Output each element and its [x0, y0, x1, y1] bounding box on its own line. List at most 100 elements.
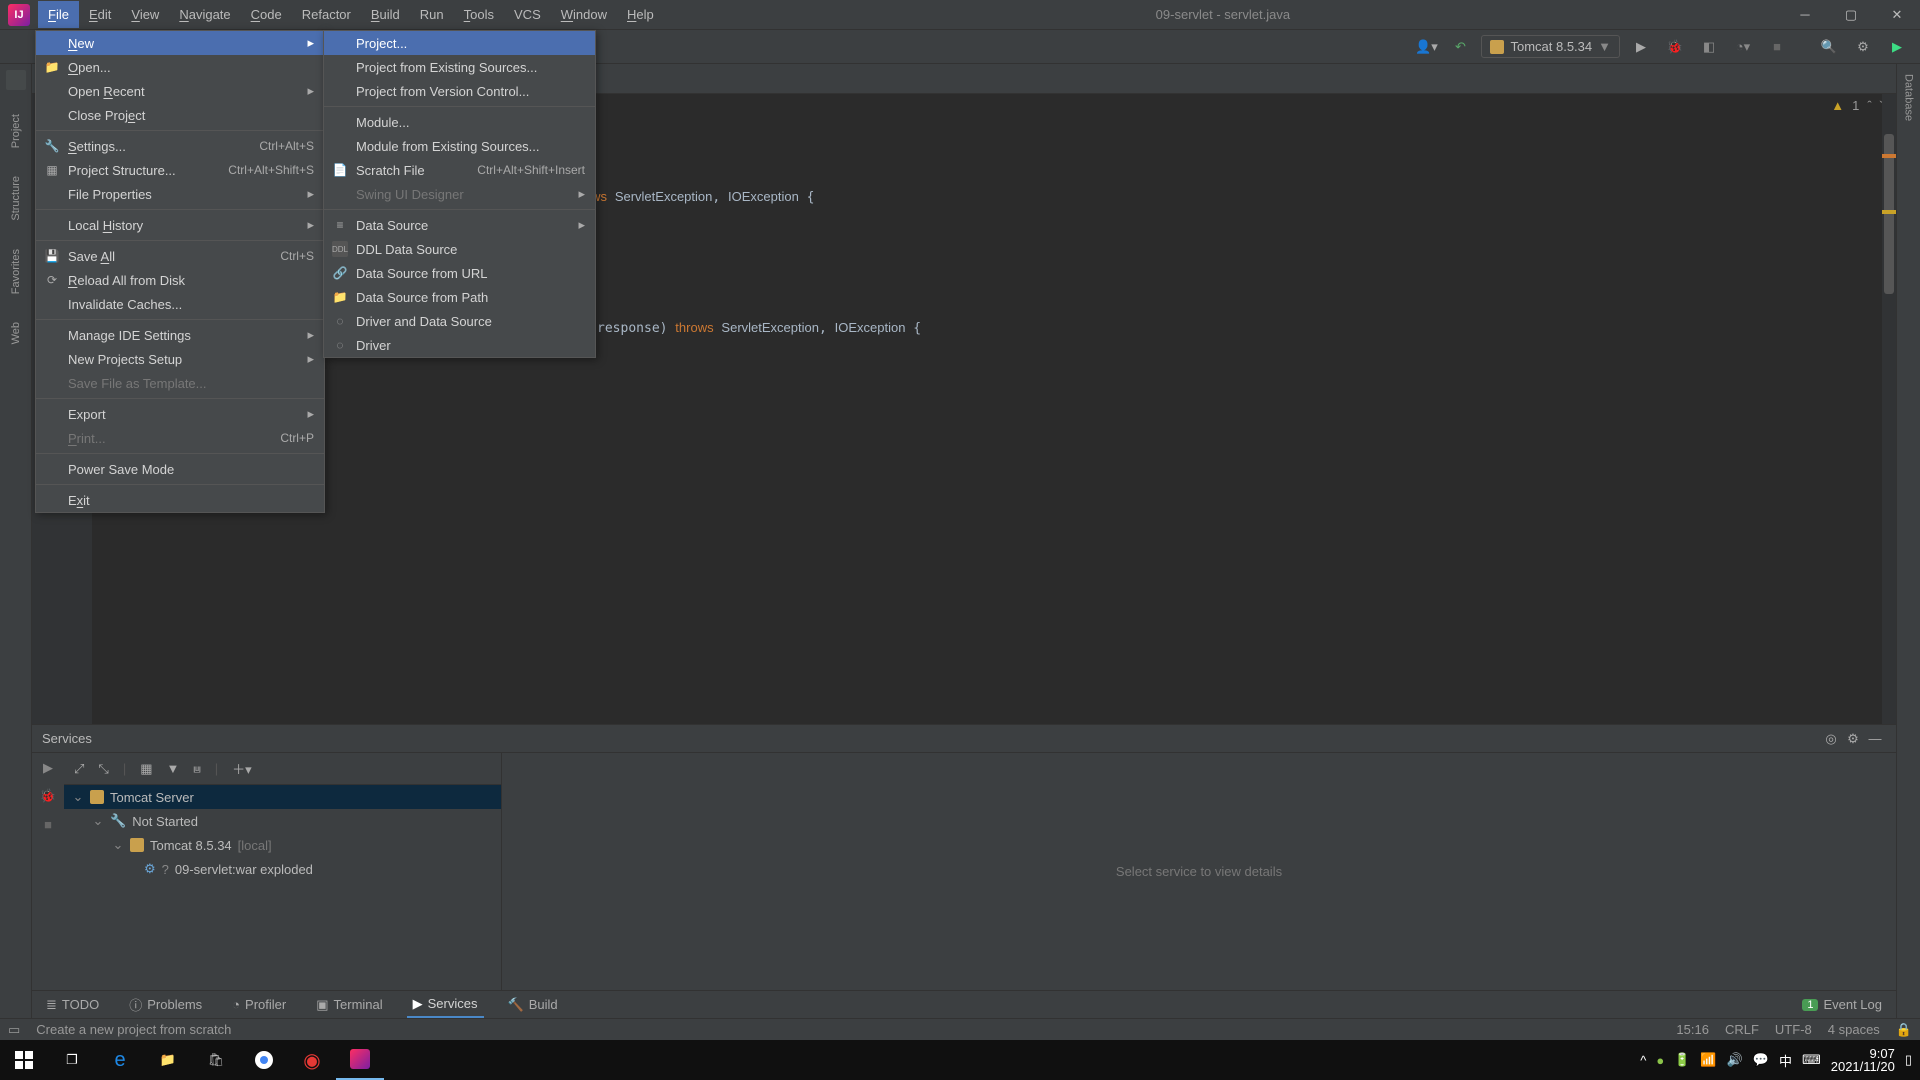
ime-icon[interactable]: 中	[1779, 1051, 1792, 1070]
menu-item-project-structure[interactable]: ▦Project Structure...Ctrl+Alt+Shift+S	[36, 158, 324, 182]
menu-build[interactable]: Build	[361, 1, 410, 28]
tree-row-status[interactable]: ⌄ 🔧 Not Started	[64, 809, 501, 833]
clock[interactable]: 9:07 2021/11/20	[1831, 1047, 1895, 1073]
menu-item-module[interactable]: Module...	[324, 110, 595, 134]
menu-item-ddl-data-source[interactable]: DDLDDL Data Source	[324, 237, 595, 261]
menu-item-open-recent[interactable]: Open Recent▸	[36, 79, 324, 103]
tool-database[interactable]: Database	[1903, 70, 1915, 125]
menu-view[interactable]: View	[121, 1, 169, 28]
status-indent[interactable]: 4 spaces	[1828, 1022, 1880, 1037]
status-lineending[interactable]: CRLF	[1725, 1022, 1759, 1037]
menu-item-data-source[interactable]: ≡Data Source▸	[324, 213, 595, 237]
menu-item-project[interactable]: Project...	[324, 31, 595, 55]
notification-icon[interactable]: 💬	[1753, 1052, 1769, 1068]
status-caret[interactable]: 15:16	[1676, 1022, 1709, 1037]
menu-item-scratch-file[interactable]: 📄Scratch FileCtrl+Alt+Shift+Insert	[324, 158, 595, 182]
bottom-tab-profiler[interactable]: ◔Profiler	[226, 993, 292, 1016]
menu-vcs[interactable]: VCS	[504, 1, 551, 28]
gear-icon[interactable]: ⚙	[1850, 34, 1876, 60]
grid-icon[interactable]: ▦	[140, 761, 152, 777]
editor-scrollbar[interactable]	[1882, 94, 1896, 724]
expand-icon[interactable]: ⤢	[74, 761, 84, 777]
twisty-icon[interactable]: ⌄	[92, 813, 104, 829]
menu-item-module-from-existing-sources[interactable]: Module from Existing Sources...	[324, 134, 595, 158]
bottom-tab-terminal[interactable]: ▣Terminal	[310, 993, 388, 1017]
event-log-button[interactable]: 1Event Log	[1796, 993, 1888, 1016]
menu-item-project-from-version-control[interactable]: Project from Version Control...	[324, 79, 595, 103]
store-icon[interactable]: 🛍	[192, 1040, 240, 1080]
menu-item-file-properties[interactable]: File Properties▸	[36, 182, 324, 206]
chrome-icon[interactable]	[240, 1040, 288, 1080]
menu-item-exit[interactable]: Exit	[36, 488, 324, 512]
menu-item-save-all[interactable]: 💾Save AllCtrl+S	[36, 244, 324, 268]
close-button[interactable]: ✕	[1874, 0, 1920, 30]
intellij-icon[interactable]	[336, 1040, 384, 1080]
collapse-icon[interactable]: ⤡	[98, 761, 108, 777]
battery-icon[interactable]: 🔋	[1674, 1052, 1690, 1068]
menu-item-driver[interactable]: ◌Driver	[324, 333, 595, 357]
statusbar-icon[interactable]: ▭	[8, 1022, 20, 1038]
menu-item-export[interactable]: Export▸	[36, 402, 324, 426]
menu-code[interactable]: Code	[241, 1, 292, 28]
target-icon[interactable]: ◎	[1820, 728, 1842, 750]
ime2-icon[interactable]: ⌨	[1802, 1052, 1821, 1068]
edge-icon[interactable]: e	[96, 1040, 144, 1080]
inspection-widget[interactable]: ▲ 1 ˆ ˇ	[1831, 98, 1884, 113]
status-encoding[interactable]: UTF-8	[1775, 1022, 1812, 1037]
tool-project[interactable]: Project	[10, 110, 22, 152]
project-tool-icon[interactable]	[6, 70, 26, 90]
stop-icon[interactable]: ■	[37, 813, 59, 835]
minimize-button[interactable]: ─	[1782, 0, 1828, 30]
netease-icon[interactable]: ◉	[288, 1040, 336, 1080]
bottom-tab-problems[interactable]: ⓘProblems	[123, 991, 208, 1018]
wifi-icon[interactable]: 📶	[1700, 1052, 1716, 1068]
tray-app-icon[interactable]: ●	[1656, 1053, 1664, 1068]
tree-row-instance[interactable]: ⌄ Tomcat 8.5.34 [local]	[64, 833, 501, 857]
add-icon[interactable]: ＋▾	[232, 759, 252, 778]
coverage-button[interactable]: ◧	[1696, 34, 1722, 60]
menu-tools[interactable]: Tools	[454, 1, 504, 28]
menu-item-new-projects-setup[interactable]: New Projects Setup▸	[36, 347, 324, 371]
menu-refactor[interactable]: Refactor	[292, 1, 361, 28]
menu-edit[interactable]: Edit	[79, 1, 121, 28]
twisty-icon[interactable]: ⌄	[72, 789, 84, 805]
menu-item-data-source-from-url[interactable]: 🔗Data Source from URL	[324, 261, 595, 285]
bottom-tab-services[interactable]: ▶Services	[407, 992, 484, 1018]
profile-button[interactable]: ◔▾	[1730, 34, 1756, 60]
add-user-icon[interactable]: 👤▾	[1413, 34, 1439, 60]
task-view-icon[interactable]: ❐	[48, 1040, 96, 1080]
action-center-icon[interactable]: ▯	[1905, 1052, 1912, 1068]
menu-item-open[interactable]: 📁Open...	[36, 55, 324, 79]
search-icon[interactable]: 🔍	[1816, 34, 1842, 60]
menu-item-new[interactable]: New▸	[36, 31, 324, 55]
menu-item-close-project[interactable]: Close Project	[36, 103, 324, 127]
menu-help[interactable]: Help	[617, 1, 664, 28]
debug-icon[interactable]: 🐞	[37, 785, 59, 807]
menu-item-local-history[interactable]: Local History▸	[36, 213, 324, 237]
tool-web[interactable]: Web	[10, 318, 22, 348]
lock-icon[interactable]: 🔒	[1896, 1022, 1912, 1038]
menu-item-manage-ide-settings[interactable]: Manage IDE Settings▸	[36, 323, 324, 347]
menu-item-project-from-existing-sources[interactable]: Project from Existing Sources...	[324, 55, 595, 79]
back-hammer-icon[interactable]: ↶	[1447, 34, 1473, 60]
bottom-tab-build[interactable]: 🔨Build	[502, 993, 564, 1017]
volume-icon[interactable]: 🔊	[1727, 1052, 1743, 1068]
menu-navigate[interactable]: Navigate	[169, 1, 240, 28]
run-button[interactable]: ▶	[1628, 34, 1654, 60]
run-icon[interactable]: ▶	[37, 757, 59, 779]
scrollbar-thumb[interactable]	[1884, 134, 1894, 294]
tray-chevron-icon[interactable]: ^	[1640, 1053, 1646, 1068]
menu-run[interactable]: Run	[410, 1, 454, 28]
menu-item-reload-all-from-disk[interactable]: ⟳Reload All from Disk	[36, 268, 324, 292]
menu-file[interactable]: File	[38, 1, 79, 28]
bottom-tab-todo[interactable]: ≣TODO	[40, 993, 105, 1017]
filter-icon[interactable]: ▼	[167, 761, 180, 776]
menu-item-settings[interactable]: 🔧Settings...Ctrl+Alt+S	[36, 134, 324, 158]
menu-item-driver-and-data-source[interactable]: ◌Driver and Data Source	[324, 309, 595, 333]
explorer-icon[interactable]: 📁	[144, 1040, 192, 1080]
menu-window[interactable]: Window	[551, 1, 617, 28]
run-config-selector[interactable]: Tomcat 8.5.34 ▼	[1481, 35, 1620, 58]
menu-item-data-source-from-path[interactable]: 📁Data Source from Path	[324, 285, 595, 309]
maximize-button[interactable]: ▢	[1828, 0, 1874, 30]
tree-row-artifact[interactable]: ⚙ ? 09-servlet:war exploded	[64, 857, 501, 881]
